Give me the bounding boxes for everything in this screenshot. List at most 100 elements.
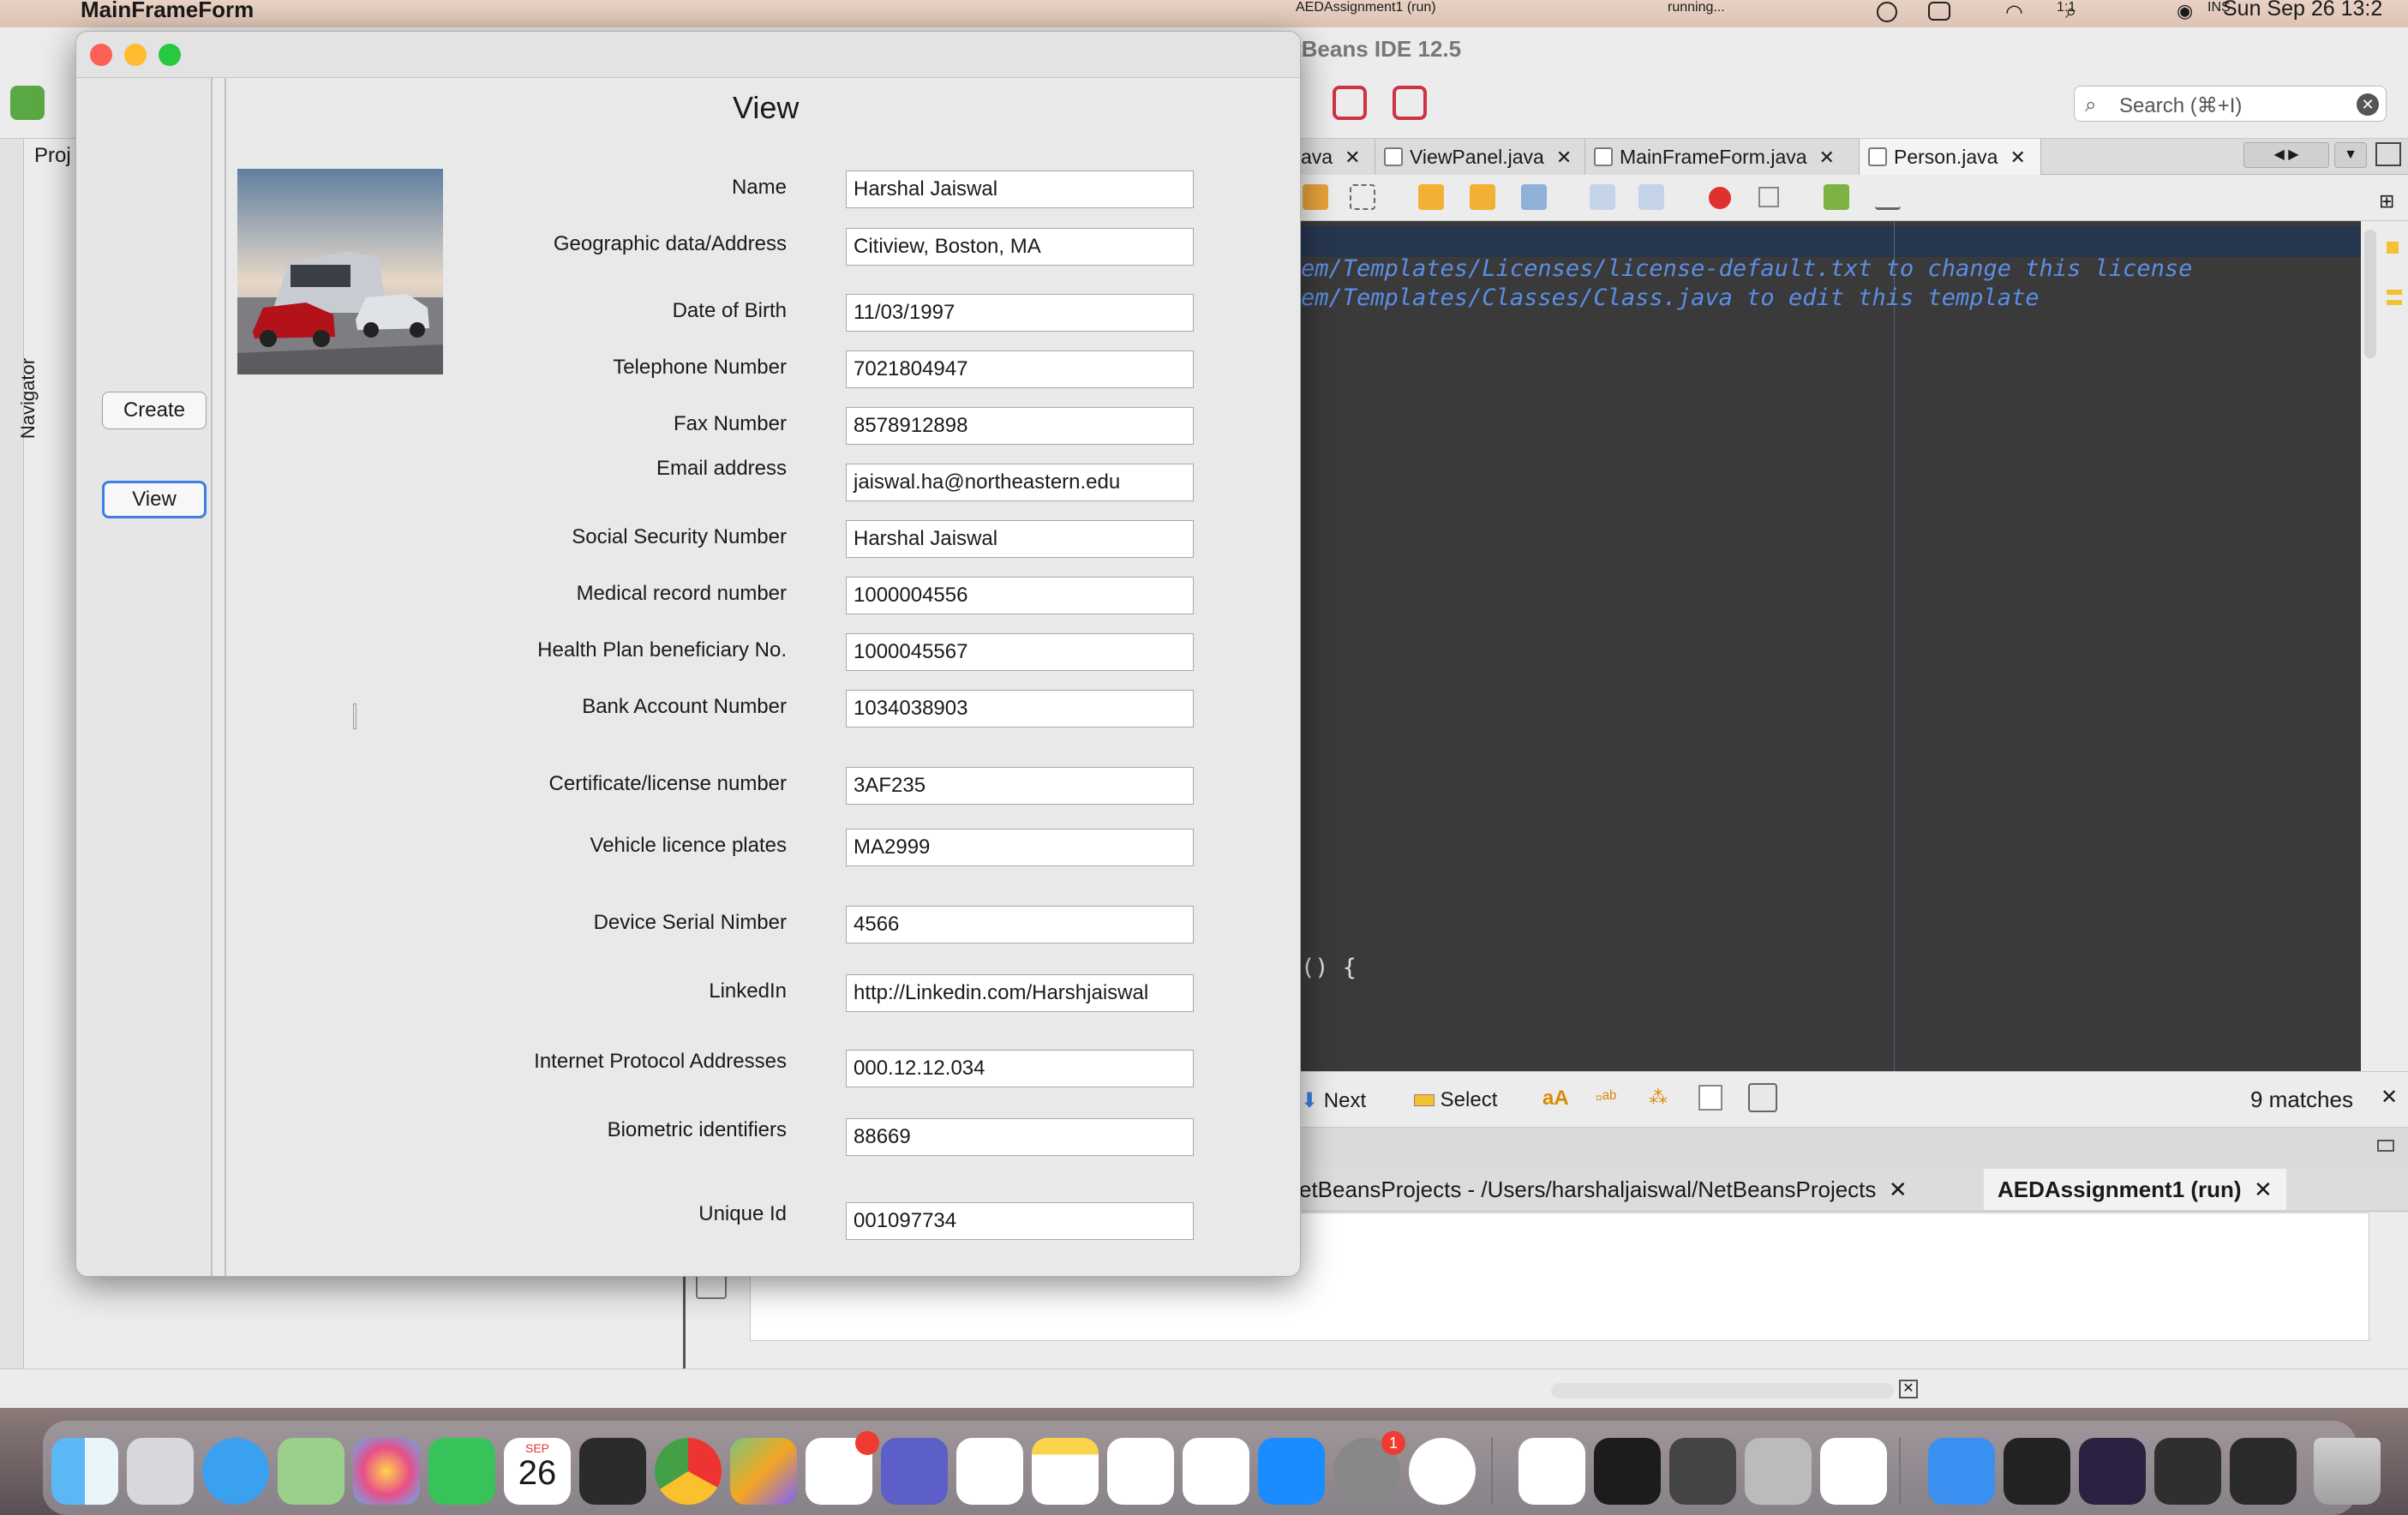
app-store-icon[interactable] [1258,1438,1325,1505]
calculator-icon[interactable] [579,1438,646,1505]
field-input[interactable]: 7021804947 [846,350,1194,388]
field-input[interactable]: 88669 [846,1118,1194,1156]
tab-list-dropdown-icon[interactable]: ▼ [2334,142,2367,168]
maximize-window-icon[interactable] [2375,142,2401,166]
find-selection-icon[interactable] [1521,184,1547,210]
numbers-icon[interactable] [1107,1438,1174,1505]
maps-icon[interactable] [278,1438,344,1505]
whole-words-icon[interactable]: ▫ᵃᵇ [1596,1087,1616,1109]
battery-icon[interactable] [1928,2,1950,21]
chrome-icon[interactable] [655,1438,722,1505]
shift-left-icon[interactable] [1590,184,1615,210]
calendar-icon[interactable]: SEP 26 [504,1438,571,1505]
field-input[interactable]: 8578912898 [846,407,1194,445]
profile-project-icon[interactable] [1333,86,1367,120]
terminal-icon[interactable] [1594,1438,1661,1505]
reminders-icon[interactable] [956,1438,1023,1505]
field-input[interactable]: 001097734 [846,1202,1194,1240]
field-input[interactable]: http://Linkedin.com/Harshjaiswal [846,974,1194,1012]
screen-record-icon[interactable] [1877,2,1897,22]
editor-scrollbar[interactable] [2361,221,2408,1071]
close-find-icon[interactable]: ✕ [2381,1085,2398,1110]
field-input[interactable]: jaiswal.ha@northeastern.edu [846,464,1194,501]
regex-icon[interactable]: ⁂ [1649,1087,1668,1109]
field-input[interactable]: 3AF235 [846,767,1194,805]
launchpad-icon[interactable] [127,1438,194,1505]
field-input[interactable]: MA2999 [846,829,1194,866]
uncomment-icon[interactable] [1875,184,1901,210]
keychain-icon[interactable] [1669,1438,1736,1505]
field-input[interactable]: 1000045567 [846,633,1194,671]
find-previous-icon[interactable] [1418,184,1444,210]
record-macro-icon[interactable] [1709,187,1731,209]
finder-icon[interactable] [51,1438,118,1505]
minimize-output-icon[interactable] [2377,1140,2394,1152]
instruments-icon[interactable] [1409,1438,1476,1505]
pages-icon[interactable] [1183,1438,1249,1505]
wifi-icon[interactable]: ◠ [2005,0,2023,25]
output-tab-projects[interactable]: etBeansProjects - /Users/harshaljaiswal/… [1285,1169,1921,1210]
history-icon[interactable] [1303,184,1328,210]
netbeans-icon[interactable] [730,1438,797,1505]
highlight-results-icon[interactable] [1698,1085,1722,1111]
profile-ide-icon[interactable] [1393,86,1427,120]
window-thumbnail[interactable] [2004,1438,2070,1505]
zoom-window-button[interactable] [159,44,181,66]
status-project[interactable]: AEDAssignment1 (run) [1296,0,1436,15]
safari-icon[interactable] [202,1438,269,1505]
menubar-clock[interactable]: Sun Sep 26 13:2 [2223,0,2408,20]
new-project-icon[interactable] [10,86,45,120]
find-next-button[interactable]: ⬇ Next [1301,1088,1366,1113]
stop-macro-icon[interactable] [1758,187,1779,207]
split-editor-icon[interactable]: ⊞ [2379,190,2394,213]
field-input[interactable]: 11/03/1997 [846,294,1194,332]
view-button[interactable]: View [102,481,207,518]
clear-search-icon[interactable]: ✕ [2357,93,2379,116]
xcode-icon[interactable] [1928,1438,1995,1505]
code-editor[interactable]: em/Templates/Licenses/license-default.tx… [1285,221,2361,1071]
minimize-window-button[interactable] [124,44,147,66]
output-tab-run[interactable]: AEDAssignment1 (run) ✕ [1984,1169,2286,1210]
editor-tab-person[interactable]: Person.java ✕ [1860,139,2041,175]
shift-right-icon[interactable] [1638,184,1664,210]
field-input[interactable]: Harshal Jaiswal [846,171,1194,208]
select-icon[interactable] [1350,184,1375,210]
find-next-icon[interactable] [1470,184,1495,210]
create-button[interactable]: Create [102,392,207,429]
ide-search-input[interactable]: ⌕ Search (⌘+I) ✕ [2074,86,2387,122]
editor-tab-mainframeform[interactable]: MainFrameForm.java ✕ [1585,139,1860,175]
field-input[interactable]: 1034038903 [846,690,1194,728]
editor-tab-viewpanel[interactable]: ViewPanel.java ✕ [1375,139,1585,175]
find-select-button[interactable]: Select [1414,1088,1497,1112]
field-input[interactable]: Harshal Jaiswal [846,520,1194,558]
projects-tab[interactable]: Proj [34,144,71,168]
field-input[interactable]: Citiview, Boston, MA [846,228,1194,266]
match-case-icon[interactable]: aA [1542,1087,1569,1111]
teams-icon[interactable] [881,1438,948,1505]
field-label: Name [731,176,787,199]
java-icon[interactable] [1820,1438,1887,1505]
trash-icon[interactable] [2314,1438,2381,1505]
window-thumbnail[interactable] [2154,1438,2221,1505]
search-icon: ⌕ [2085,93,2097,117]
comment-icon[interactable] [1824,184,1849,210]
field-input[interactable]: 4566 [846,906,1194,943]
vscode-icon[interactable] [1518,1438,1585,1505]
navigator-label[interactable]: Navigator [17,358,39,439]
notes-icon[interactable] [1032,1438,1099,1505]
photos-icon[interactable] [353,1438,420,1505]
window-thumbnail[interactable] [2079,1438,2146,1505]
error-stripe-icon[interactable] [2387,242,2399,254]
screenshot-icon[interactable] [1745,1438,1812,1505]
tab-scroll-arrows[interactable]: ◀ ▶ [2243,142,2329,168]
facetime-icon[interactable] [428,1438,495,1505]
cancel-task-icon[interactable]: ✕ [1899,1380,1918,1398]
split-pane-divider[interactable] [211,78,356,1276]
siri-icon[interactable]: ◉ [2177,0,2193,22]
field-input[interactable]: 1000004556 [846,577,1194,614]
menubar-app-name[interactable]: MainFrameForm [81,0,254,21]
field-input[interactable]: 000.12.12.034 [846,1050,1194,1087]
wrap-around-icon[interactable] [1748,1083,1777,1112]
window-thumbnail[interactable] [2230,1438,2297,1505]
close-window-button[interactable] [90,44,112,66]
